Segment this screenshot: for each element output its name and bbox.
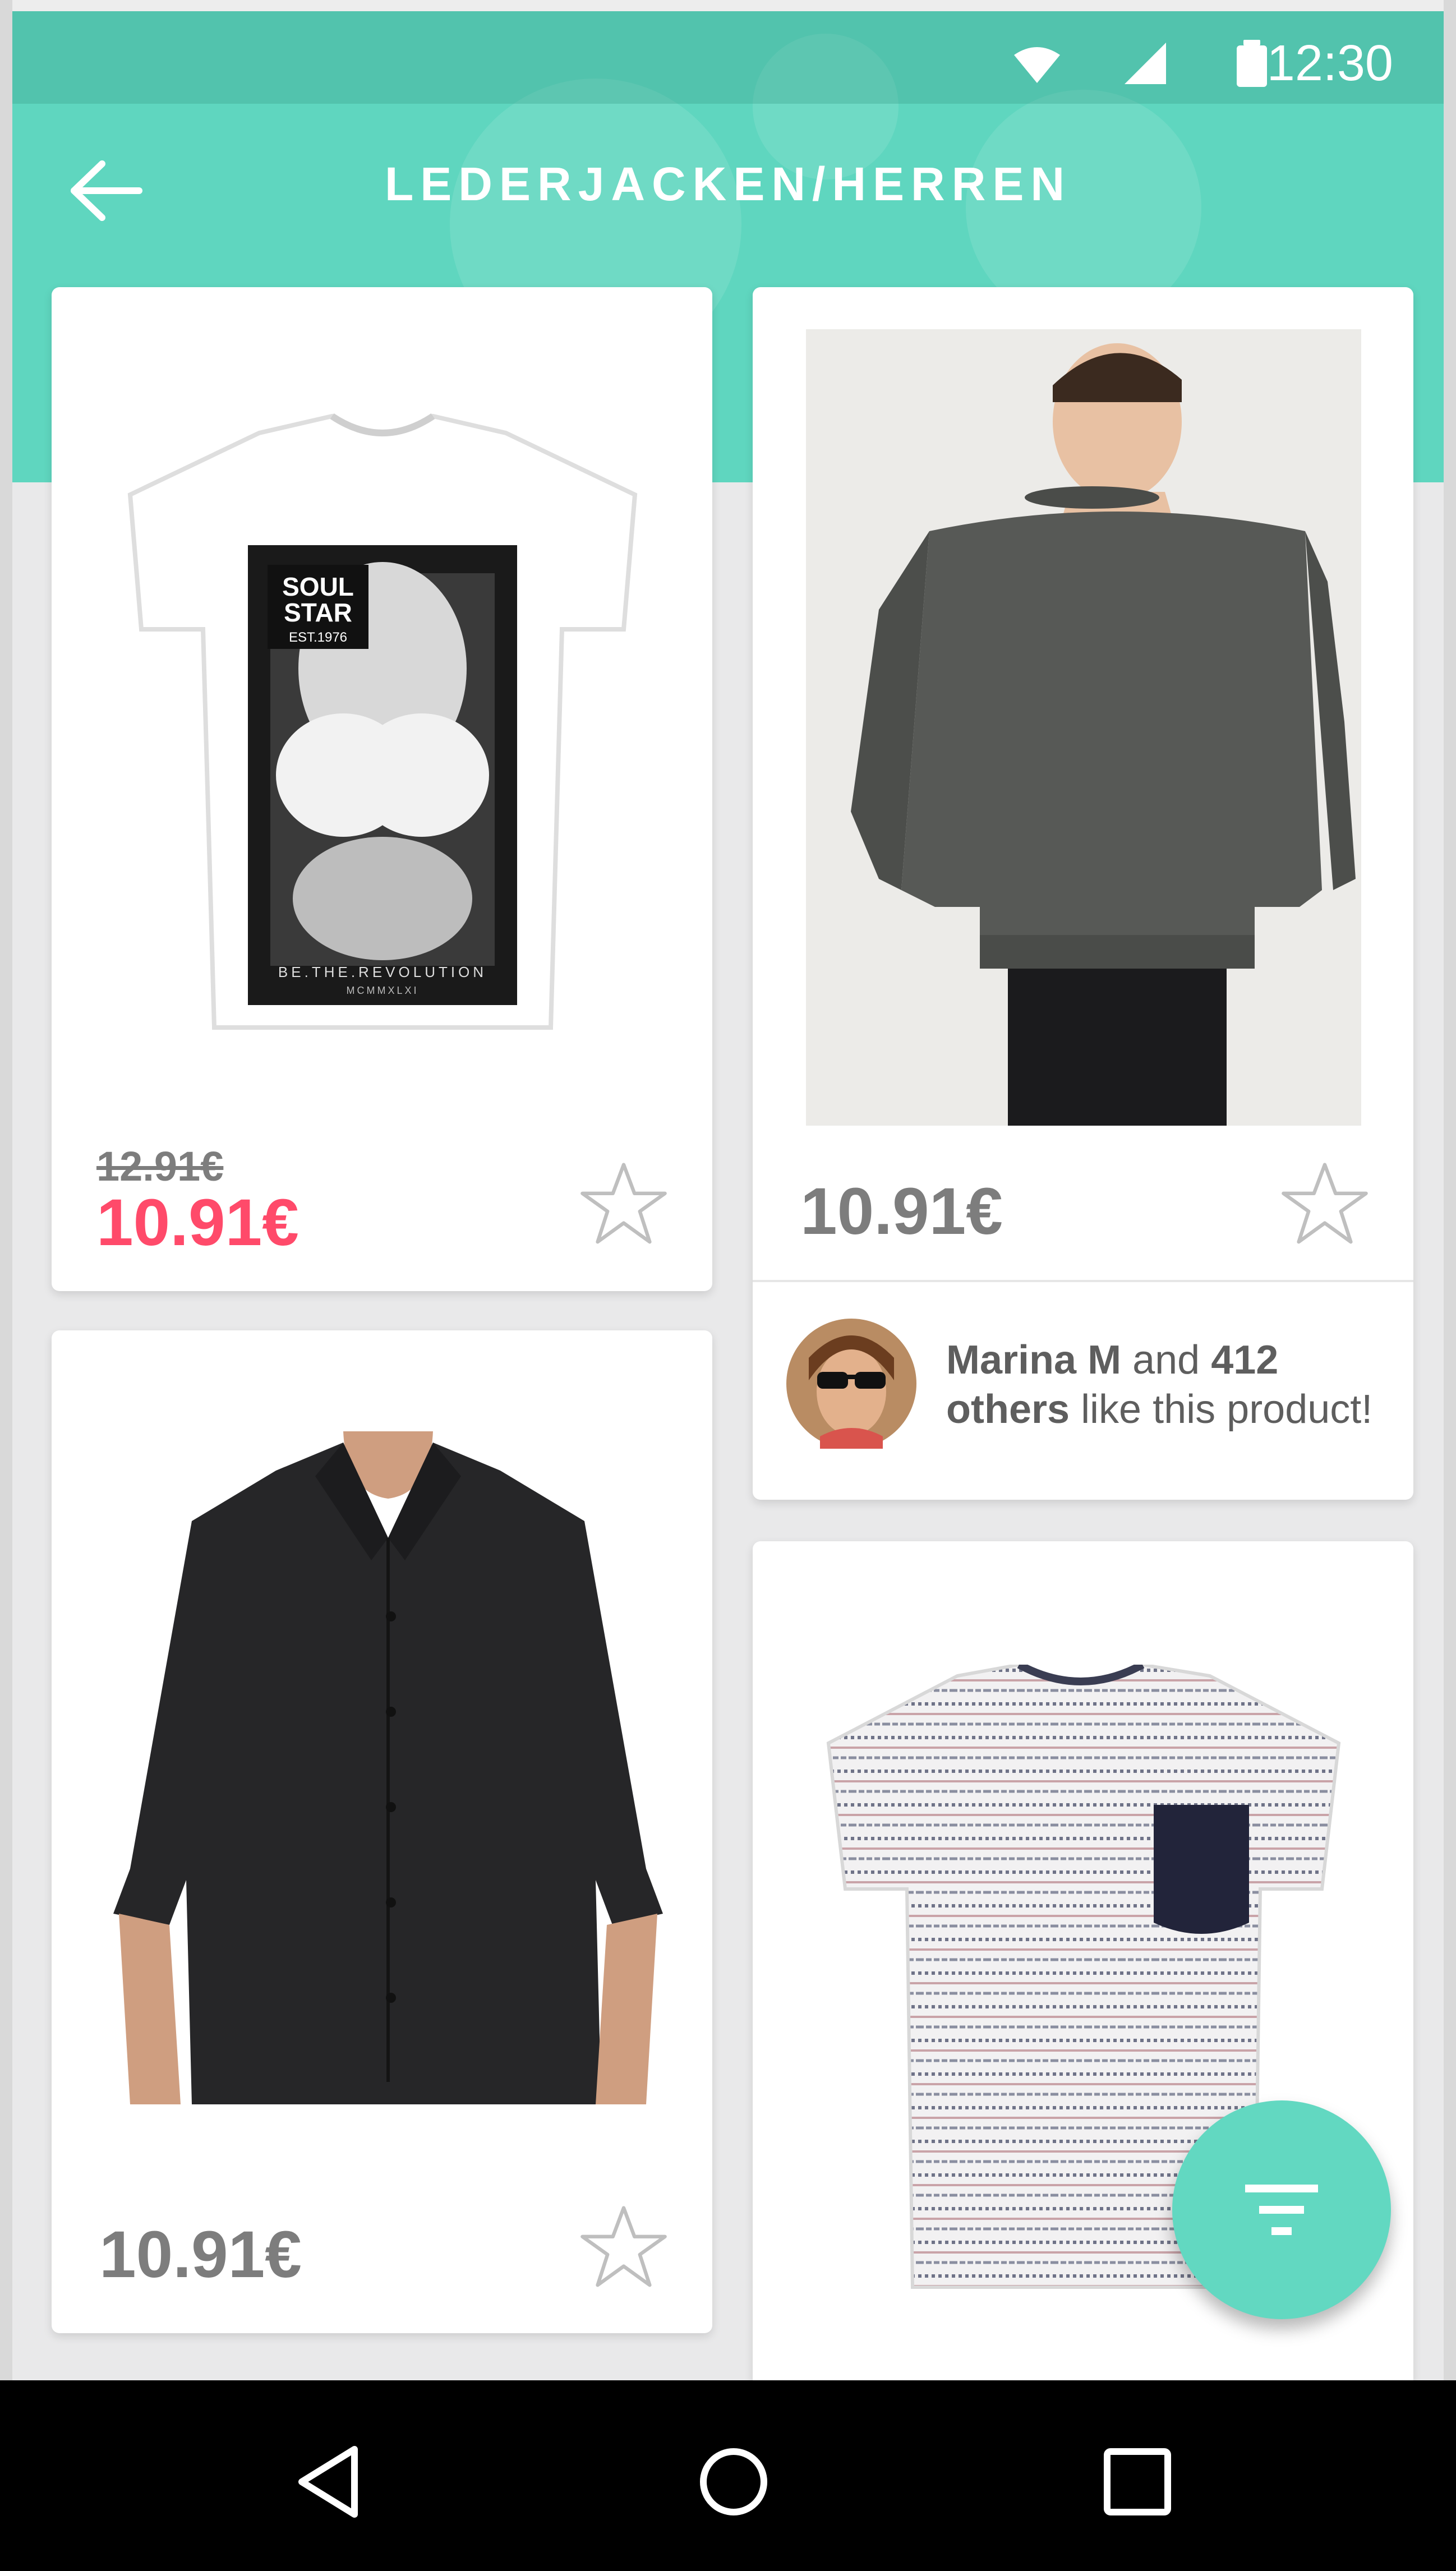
print-badge-line1: SOUL [282,572,354,601]
page-title: LEDERJACKEN/HERREN [384,158,1072,210]
status-bar: 12:30 [12,11,1444,104]
product-image-grey-sweater [806,329,1361,1126]
product-image-graphic-tshirt: SOUL STAR EST.1976 BE.THE.REVOLUTION MCM… [127,413,638,1030]
old-price: 12.91€ [96,1143,224,1190]
nav-home-button[interactable] [694,2443,773,2521]
price: 10.91€ [99,2218,302,2292]
nav-back-button[interactable] [292,2443,370,2521]
print-badge-line3: EST.1976 [289,630,347,645]
star-outline-icon [1282,1163,1368,1244]
triangle-back-icon [298,2446,358,2518]
product-list-screen: 12:30 LEDERJACKEN/HERREN SOUL STAR EST.1… [0,0,1456,2571]
status-time: 12:30 [1266,35,1393,91]
favorite-button[interactable] [1280,1159,1370,1249]
product-image-black-shirt [113,1431,663,2104]
social-like-row[interactable]: Marina M and 412 others like this produc… [753,1282,1413,1500]
filter-button[interactable] [1172,2100,1391,2319]
favorite-button[interactable] [579,1159,669,1249]
sale-price: 10.91€ [96,1186,299,1260]
liker-name: Marina M [946,1338,1122,1383]
print-bottom-subtext: MCMMXLXI [346,985,418,996]
price: 10.91€ [800,1174,1003,1248]
left-gutter [0,0,12,2571]
circle-home-icon [700,2448,767,2515]
signal-icon [1125,43,1166,84]
star-outline-icon [580,1163,667,1244]
nav-recent-button[interactable] [1098,2443,1177,2521]
product-card-black-shirt[interactable]: 10.91€ [52,1330,712,2333]
print-bottom-text: BE.THE.REVOLUTION [278,964,487,980]
top-frame [0,0,1456,11]
square-recent-icon [1104,2448,1171,2515]
product-card-graphic-tshirt[interactable]: SOUL STAR EST.1976 BE.THE.REVOLUTION MCM… [52,287,712,1291]
social-connector: and [1132,1338,1200,1383]
avatar [786,1319,916,1449]
product-card-grey-sweater[interactable]: 10.91€ Marina M and 412 others like this… [753,287,1413,1500]
social-proof-text: Marina M and 412 others like this produc… [946,1335,1372,1434]
wifi-icon [1014,47,1060,83]
filter-icon [1245,2185,1318,2235]
favorite-button[interactable] [579,2203,669,2292]
social-suffix: like this product! [1081,1387,1373,1432]
print-badge-line2: STAR [284,598,352,627]
social-others: others [946,1387,1070,1432]
star-outline-icon [580,2206,667,2287]
right-gutter [1444,0,1456,2571]
liker-count: 412 [1211,1338,1279,1383]
